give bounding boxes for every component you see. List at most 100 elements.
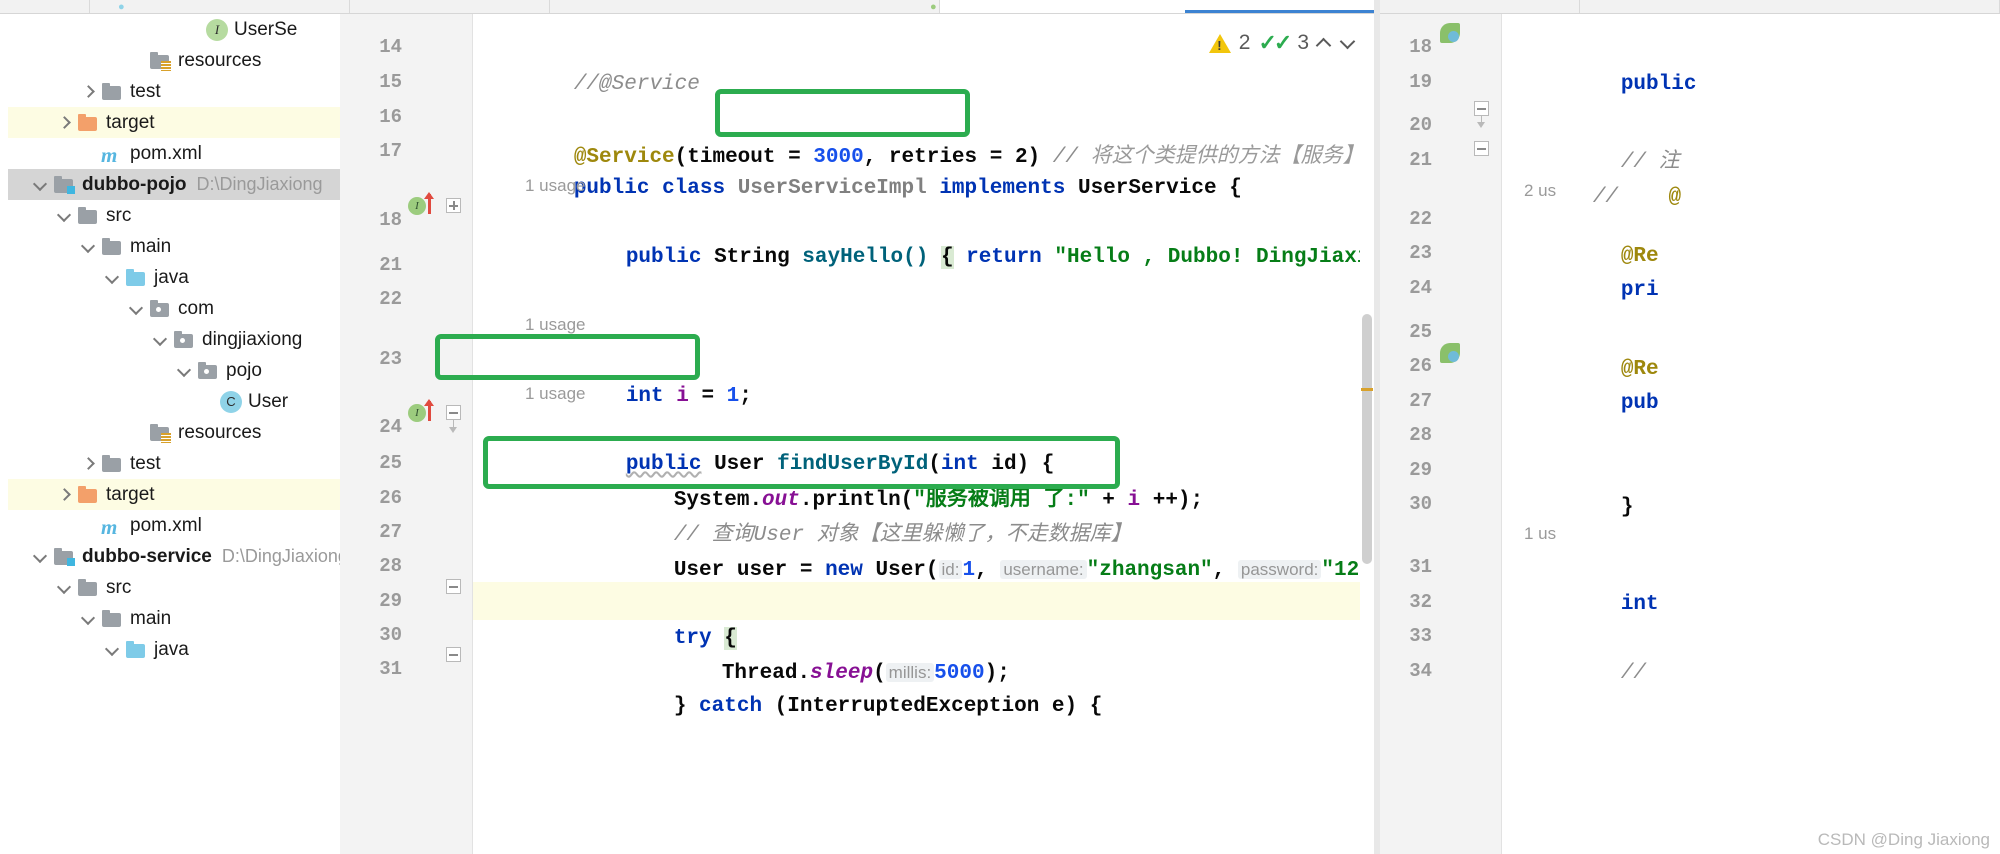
spring-bean-icon-2[interactable] xyxy=(1440,343,1460,363)
gutter-line-number[interactable]: 16 xyxy=(340,98,473,136)
right-gutter-line-number[interactable]: 31 xyxy=(1380,548,1502,586)
chevron-right-icon[interactable] xyxy=(80,455,98,473)
editor-tab-2[interactable] xyxy=(350,0,550,13)
tree-item-resources[interactable]: resources xyxy=(8,45,340,76)
editor-tab-5[interactable] xyxy=(1380,0,1580,13)
chevron-right-icon[interactable] xyxy=(56,114,74,132)
gutter-line-number[interactable]: 22 xyxy=(340,280,473,318)
right-gutter-line-number[interactable]: 34 xyxy=(1380,652,1502,690)
chevron-down-icon[interactable] xyxy=(56,207,74,225)
chevron-right-icon[interactable] xyxy=(56,486,74,504)
code-line-23: int i = 1; xyxy=(525,340,752,408)
right-gutter-line-number[interactable]: 27 xyxy=(1380,382,1502,420)
gutter-line-number[interactable]: 23 xyxy=(340,340,473,378)
inspection-widget[interactable]: 2 ✓✓ 3 xyxy=(1208,30,1357,56)
tree-item-pojo[interactable]: pojo xyxy=(8,355,340,386)
previous-problem-icon[interactable] xyxy=(1317,35,1333,51)
override-arrow-icon-2[interactable] xyxy=(424,399,434,421)
right-gutter-line-number[interactable]: 29 xyxy=(1380,451,1502,489)
right-gutter-line-number[interactable]: 23 xyxy=(1380,234,1502,272)
right-fold-icon-2[interactable] xyxy=(1474,135,1489,167)
next-problem-icon[interactable] xyxy=(1341,35,1357,51)
tree-item-dubbo-service[interactable]: dubbo-service D:\DingJiaxiong xyxy=(8,541,340,572)
scrollbar-marker-caret xyxy=(1361,388,1373,391)
editor-tab-1[interactable] xyxy=(90,0,350,13)
fold-collapse-icon[interactable] xyxy=(446,397,461,433)
chevron-down-icon[interactable] xyxy=(152,331,170,349)
maven-icon: m xyxy=(101,142,118,167)
spring-bean-icon[interactable] xyxy=(1440,23,1460,43)
editor-tab-0[interactable] xyxy=(0,0,90,13)
chevron-down-icon[interactable] xyxy=(128,300,146,318)
editor-tab-3[interactable] xyxy=(550,0,940,13)
tree-item-main[interactable]: main xyxy=(8,603,340,634)
editor-scrollbar[interactable] xyxy=(1360,14,1374,854)
chevron-down-icon[interactable] xyxy=(56,579,74,597)
fold-collapse-icon-2[interactable] xyxy=(446,579,461,594)
tree-item-target[interactable]: target xyxy=(8,479,340,510)
chevron-down-icon[interactable] xyxy=(104,641,122,659)
right-gutter-line-number[interactable]: 30 xyxy=(1380,485,1502,523)
implementing-method-icon[interactable]: I xyxy=(408,197,426,215)
code-line-29: try { xyxy=(573,582,737,650)
tree-item-src[interactable]: src xyxy=(8,200,340,231)
chevron-down-icon[interactable] xyxy=(80,238,98,256)
tree-item-dubbo-pojo[interactable]: dubbo-pojo D:\DingJiaxiong xyxy=(8,169,340,200)
code-editor[interactable]: 14151617182122232425262728293031 18 I 24… xyxy=(340,14,1375,854)
line18-usage-hint[interactable]: 1 usage xyxy=(525,171,586,201)
right-code-text-area[interactable]: public // 注 // @ 2 us @Re pri @Re pub} … xyxy=(1502,14,2000,854)
right-fold-icon-1[interactable] xyxy=(1474,95,1489,128)
tree-item-main[interactable]: main xyxy=(8,231,340,262)
tree-item-test[interactable]: test xyxy=(8,448,340,479)
tree-item-user[interactable]: C User xyxy=(8,386,340,417)
chevron-down-icon[interactable] xyxy=(104,269,122,287)
inspection-ok-icon[interactable]: ✓✓ xyxy=(1258,30,1292,56)
fold-collapse-icon-3[interactable] xyxy=(446,647,461,662)
chevron-right-icon[interactable] xyxy=(80,83,98,101)
tree-item-com[interactable]: com xyxy=(8,293,340,324)
line23-usage-hint[interactable]: 1 usage xyxy=(525,310,586,340)
tree-partial-label: UserSe xyxy=(234,18,298,40)
gutter-line-number[interactable]: 26 xyxy=(340,479,473,517)
right-gutter-line-number[interactable]: 33 xyxy=(1380,617,1502,655)
tree-item-resources[interactable]: resources xyxy=(8,417,340,448)
editor-tab-6[interactable] xyxy=(1580,0,2000,13)
package-icon xyxy=(196,361,220,381)
tree-item-src[interactable]: src xyxy=(8,572,340,603)
gutter-line-number[interactable]: 21 xyxy=(340,246,473,284)
gutter-line-number[interactable]: 14 xyxy=(340,28,473,66)
tree-item-pom-xml[interactable]: m pom.xml xyxy=(8,510,340,541)
override-arrow-icon[interactable] xyxy=(424,192,434,214)
editor-gutter[interactable]: 14151617182122232425262728293031 18 I 24… xyxy=(340,14,473,854)
chevron-down-icon[interactable] xyxy=(32,176,50,194)
tree-item-dingjiaxiong[interactable]: dingjiaxiong xyxy=(8,324,340,355)
fold-expand-icon[interactable] xyxy=(446,198,461,213)
chevron-down-icon[interactable] xyxy=(80,610,98,628)
code-text-area[interactable]: //@Service @Service(timeout = 3000, retr… xyxy=(473,14,1375,854)
right-gutter-line-number[interactable]: 28 xyxy=(1380,416,1502,454)
implementing-method-icon-2[interactable]: I xyxy=(408,404,426,422)
right-line30-usage[interactable]: 1 us xyxy=(1524,519,1556,549)
tree-item-test[interactable]: test xyxy=(8,76,340,107)
right-gutter[interactable]: 1819202122232425262728293031323334 18 20 xyxy=(1380,14,1502,854)
right-gutter-line-number[interactable]: 24 xyxy=(1380,269,1502,307)
warning-triangle-icon[interactable] xyxy=(1208,33,1231,53)
tree-partial-top-row[interactable]: I UserSe xyxy=(8,14,340,45)
tree-item-java[interactable]: java xyxy=(8,634,340,665)
tree-item-target[interactable]: target xyxy=(8,107,340,138)
gutter-line-number[interactable]: 27 xyxy=(340,513,473,551)
tree-item-path: D:\DingJiaxiong xyxy=(196,174,323,194)
chevron-down-icon[interactable] xyxy=(32,548,50,566)
line24-usage-hint[interactable]: 1 usage xyxy=(525,379,586,409)
chevron-down-icon[interactable] xyxy=(176,362,194,380)
right-split-editor[interactable]: 1819202122232425262728293031323334 18 20 xyxy=(1380,14,2000,854)
gutter-line-number[interactable]: 25 xyxy=(340,444,473,482)
editor-scroll-thumb[interactable] xyxy=(1362,314,1372,564)
tree-item-java[interactable]: java xyxy=(8,262,340,293)
gutter-line-number[interactable]: 15 xyxy=(340,63,473,101)
right-gutter-line-number[interactable]: 22 xyxy=(1380,200,1502,238)
gutter-line-number[interactable]: 17 xyxy=(340,132,473,170)
right-line-number-text: 31 xyxy=(1409,556,1432,578)
tree-item-pom-xml[interactable]: m pom.xml xyxy=(8,138,340,169)
right-gutter-line-number[interactable]: 32 xyxy=(1380,583,1502,621)
